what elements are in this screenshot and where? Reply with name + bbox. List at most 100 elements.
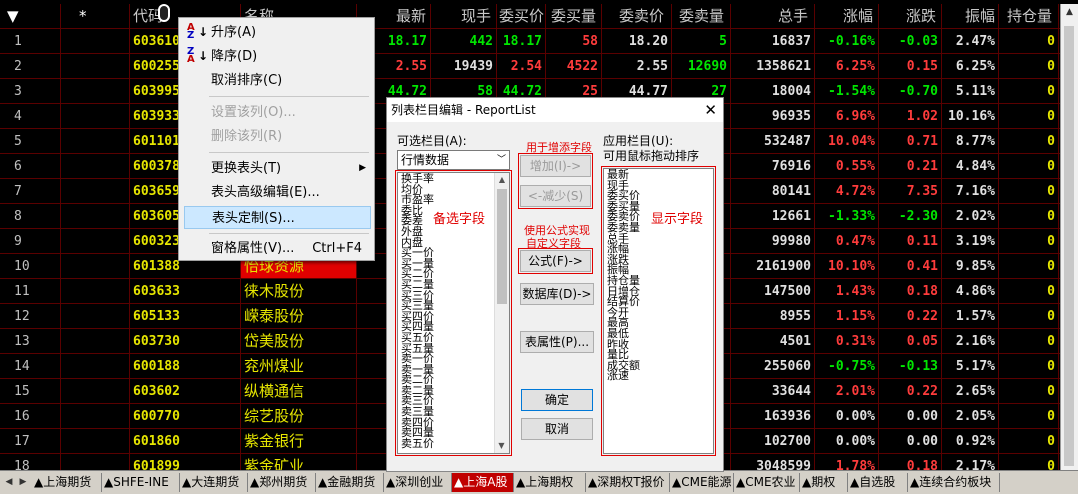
row-number: 3 bbox=[14, 84, 22, 99]
ok-button[interactable]: 确定 bbox=[521, 389, 593, 411]
cell-chg: 0.47% bbox=[835, 234, 875, 249]
cell-oi: 0 bbox=[1047, 184, 1055, 199]
column-header[interactable]: 涨幅 bbox=[840, 4, 876, 28]
add-remove-highlight-box bbox=[518, 153, 593, 209]
tab-scroll-left-icon[interactable]: ◀ bbox=[2, 474, 16, 490]
cell-oi: 0 bbox=[1047, 284, 1055, 299]
market-tab[interactable]: ▲连续合约板块 bbox=[908, 473, 1000, 492]
row-number: 9 bbox=[14, 234, 22, 249]
menu-delete-column[interactable]: 删除该列(R) bbox=[181, 125, 372, 148]
scroll-thumb[interactable] bbox=[1064, 26, 1074, 466]
market-tab[interactable]: ▲大连期货 bbox=[180, 473, 248, 492]
cell-diff: 0.22 bbox=[906, 309, 938, 324]
column-header[interactable]: 总手 bbox=[775, 4, 811, 28]
market-tab[interactable]: ▲CME农业 bbox=[734, 473, 800, 492]
cell-name: 紫金银行 bbox=[244, 432, 305, 450]
column-header[interactable]: 振幅 bbox=[962, 4, 998, 28]
cell-chg: 2.01% bbox=[835, 384, 875, 399]
cancel-button[interactable]: 取消 bbox=[521, 418, 593, 440]
cell-chg: 0.31% bbox=[835, 334, 875, 349]
cell-code: 603659 bbox=[133, 184, 180, 199]
cell-amp: 2.16% bbox=[955, 334, 995, 349]
column-header[interactable]: 涨跌 bbox=[903, 4, 939, 28]
menu-pane-properties[interactable]: 窗格属性(V)... Ctrl+F4 bbox=[181, 237, 372, 260]
menu-sort-desc[interactable]: Z A ↓ 降序(D) bbox=[181, 45, 372, 68]
cell-vol: 442 bbox=[469, 34, 493, 49]
market-tab[interactable]: ▲深期权T报价 bbox=[586, 473, 670, 492]
market-tab[interactable]: ▲CME能源 bbox=[670, 473, 734, 492]
row-number: 12 bbox=[14, 309, 30, 324]
column-header[interactable]: 委买价 bbox=[496, 4, 547, 28]
cell-chg: 0.00% bbox=[835, 434, 875, 449]
market-tab[interactable]: ▲深圳创业 bbox=[384, 473, 452, 492]
vertical-scrollbar[interactable]: ▲ bbox=[1060, 4, 1078, 470]
market-tab[interactable]: ▲期权 bbox=[800, 473, 848, 492]
cell-amp: 10.16% bbox=[948, 109, 995, 124]
cell-bidq: 58 bbox=[582, 34, 598, 49]
cell-amp: 6.25% bbox=[955, 59, 995, 74]
column-header[interactable]: 最新 bbox=[393, 4, 429, 28]
column-header[interactable]: 持仓量 bbox=[1004, 4, 1055, 28]
menu-cancel-sort[interactable]: 取消排序(C) bbox=[181, 69, 372, 92]
applied-overlay-label: 显示字段 bbox=[651, 212, 704, 227]
market-tab[interactable]: ▲金融期货 bbox=[316, 473, 384, 492]
cell-total: 102700 bbox=[764, 434, 811, 449]
cell-diff: -0.70 bbox=[898, 84, 938, 99]
row-number: 17 bbox=[14, 434, 30, 449]
table-properties-button[interactable]: 表属性(P)... bbox=[520, 331, 594, 353]
cell-code: 603633 bbox=[133, 284, 180, 299]
table-row[interactable]: 1 603610 18.17 442 18.17 58 18.20 5 16837 -0.16% -… bbox=[0, 29, 1060, 54]
cell-chg: 1.78% bbox=[835, 459, 875, 470]
row-number: 10 bbox=[14, 259, 30, 274]
cell-code: 603605 bbox=[133, 209, 180, 224]
market-tab[interactable]: ▲SHFE-INE bbox=[102, 473, 180, 492]
column-header[interactable]: 委卖价 bbox=[616, 4, 667, 28]
available-overlay-label: 备选字段 bbox=[433, 212, 486, 227]
menu-advanced-header[interactable]: 表头高级编辑(E)... bbox=[181, 181, 372, 204]
column-menu-icon[interactable]: ▼ bbox=[4, 4, 34, 28]
cell-total: 96935 bbox=[771, 109, 811, 124]
applied-hint: 可用鼠标拖动排序 bbox=[603, 149, 700, 163]
cell-code: 601860 bbox=[133, 434, 180, 449]
grid-hline bbox=[0, 53, 1060, 54]
cell-oi: 0 bbox=[1047, 109, 1055, 124]
menu-custom-header[interactable]: 表头定制(S)... bbox=[184, 206, 371, 229]
cell-total: 1358621 bbox=[756, 59, 811, 74]
cell-oi: 0 bbox=[1047, 434, 1055, 449]
cell-askq: 5 bbox=[719, 34, 727, 49]
market-tab[interactable]: ▲上海期货 bbox=[32, 473, 102, 492]
scroll-up-icon[interactable]: ▲ bbox=[1061, 4, 1078, 20]
market-tab[interactable]: ▲郑州期货 bbox=[248, 473, 316, 492]
column-header[interactable]: 委卖量 bbox=[676, 4, 727, 28]
column-header[interactable]: 现手 bbox=[458, 4, 494, 28]
cell-chg: 4.72% bbox=[835, 184, 875, 199]
cell-ask: 2.55 bbox=[636, 59, 668, 74]
cell-code: 603933 bbox=[133, 109, 180, 124]
dialog-title: 列表栏目编辑 - ReportList ✕ bbox=[387, 98, 723, 122]
cell-diff: 0.18 bbox=[906, 284, 938, 299]
cell-code: 600188 bbox=[133, 359, 180, 374]
market-tab[interactable]: ▲自选股 bbox=[848, 473, 908, 492]
cell-code: 600323 bbox=[133, 234, 180, 249]
column-header[interactable]: 委买量 bbox=[548, 4, 599, 28]
row-number: 16 bbox=[14, 409, 30, 424]
menu-change-header[interactable]: 更换表头(T) ▶ bbox=[181, 157, 372, 180]
row-number: 1 bbox=[14, 34, 22, 49]
cell-total: 99980 bbox=[771, 234, 811, 249]
menu-sort-asc[interactable]: A Z ↓ 升序(A) bbox=[181, 21, 372, 44]
close-icon[interactable]: ✕ bbox=[704, 98, 717, 122]
category-select[interactable]: 行情数据 ﹀ bbox=[397, 150, 510, 170]
table-row[interactable]: 2 600255 2.55 19439 2.54 4522 2.55 12690 1358621… bbox=[0, 54, 1060, 79]
market-tab[interactable]: ▲上海A股 bbox=[452, 473, 514, 492]
menu-set-column[interactable]: 设置该列(O)... bbox=[181, 101, 372, 124]
database-button[interactable]: 数据库(D)-> bbox=[520, 283, 594, 305]
cell-chg: -0.75% bbox=[828, 359, 875, 374]
available-label: 可选栏目(A): bbox=[397, 134, 467, 148]
market-tab[interactable]: ▲上海期权 bbox=[514, 473, 586, 492]
cell-total: 255060 bbox=[764, 359, 811, 374]
tab-scroll-right-icon[interactable]: ▶ bbox=[16, 474, 30, 490]
cell-amp: 2.65% bbox=[955, 384, 995, 399]
cell-amp: 2.47% bbox=[955, 34, 995, 49]
cell-code: 603730 bbox=[133, 334, 180, 349]
mouse-icon bbox=[158, 4, 170, 22]
